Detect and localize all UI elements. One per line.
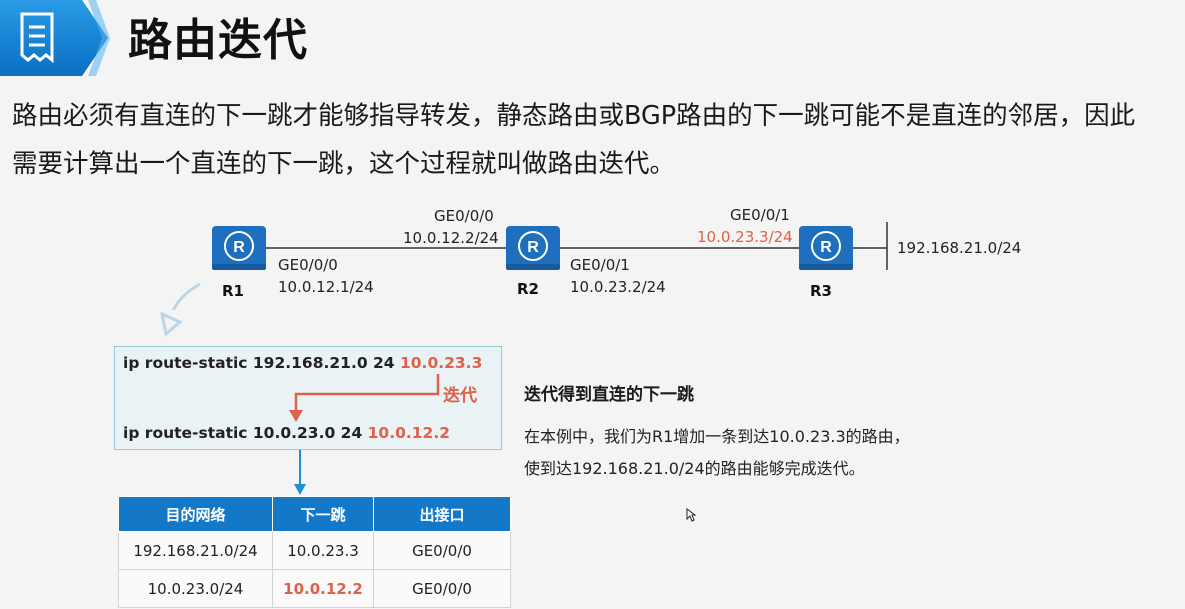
header-destination: 目的网络 — [118, 496, 273, 532]
static-route-1-prefix: ip route-static 192.168.21.0 24 — [123, 354, 400, 372]
page-title: 路由迭代 — [128, 15, 308, 66]
router-r3-label: R3 — [810, 282, 832, 300]
r2-right-ip: 10.0.23.2/24 — [570, 278, 666, 296]
cell-destination: 192.168.21.0/24 — [118, 531, 273, 570]
router-r1-label: R1 — [222, 282, 244, 300]
router-r2-label: R2 — [517, 280, 539, 298]
pointer-arrowhead-icon — [160, 312, 183, 337]
svg-text:R: R — [233, 239, 245, 256]
svg-text:R: R — [527, 239, 539, 256]
static-route-1-nexthop: 10.0.23.3 — [399, 354, 483, 372]
table-row: 10.0.23.0/24 10.0.12.2 GE0/0/0 — [118, 569, 511, 608]
intro-line-1: 路由必须有直连的下一跳才能够指导转发，静态路由或BGP路由的下一跳可能不是直连的… — [12, 101, 1136, 131]
explanation-line-2: 使到达192.168.21.0/24的路由能够完成迭代。 — [524, 459, 865, 478]
static-route-2-nexthop: 10.0.12.2 — [367, 424, 450, 442]
static-route-2: ip route-static 10.0.23.0 24 10.0.12.2 — [123, 424, 450, 442]
header-next-hop: 下一跳 — [272, 496, 374, 532]
r2-left-ip: 10.0.12.2/24 — [403, 229, 499, 247]
r1-ip: 10.0.12.1/24 — [278, 278, 374, 296]
intro-line-2: 需要计算出一个直连的下一跳，这个过程就叫做路由迭代。 — [12, 149, 676, 179]
cell-next-hop: 10.0.12.2 — [272, 569, 374, 608]
router-r1-icon: R — [212, 226, 266, 270]
table-row: 192.168.21.0/24 10.0.23.3 GE0/0/0 — [118, 531, 511, 570]
cell-next-hop: 10.0.23.3 — [272, 531, 374, 570]
mouse-cursor-icon — [686, 508, 696, 522]
down-arrow-icon — [294, 450, 306, 495]
static-route-1: ip route-static 192.168.21.0 24 10.0.23.… — [123, 354, 482, 372]
header-badge — [0, 0, 110, 76]
table-header-row: 目的网络 下一跳 出接口 — [118, 496, 511, 532]
cell-out-interface: GE0/0/0 — [373, 569, 511, 608]
header-out-interface: 出接口 — [373, 496, 511, 532]
explanation-title: 迭代得到直连的下一跳 — [524, 385, 694, 405]
router-r3-icon: R — [799, 226, 853, 270]
curved-arrow-icon — [171, 282, 201, 310]
r2-right-interface: GE0/0/1 — [570, 256, 630, 274]
r3-ip: 10.0.23.3/24 — [697, 228, 793, 246]
static-route-2-prefix: ip route-static 10.0.23.0 24 — [123, 424, 368, 442]
r1-interface: GE0/0/0 — [278, 256, 338, 274]
router-r2-icon: R — [506, 226, 560, 270]
routing-table: 目的网络 下一跳 出接口 192.168.21.0/24 10.0.23.3 G… — [118, 496, 511, 608]
svg-text:R: R — [820, 239, 832, 256]
iteration-label: 迭代 — [443, 386, 477, 406]
intro-paragraph: 路由必须有直连的下一跳才能够指导转发，静态路由或BGP路由的下一跳可能不是直连的… — [12, 92, 1172, 188]
cell-destination: 10.0.23.0/24 — [118, 569, 273, 608]
cell-out-interface: GE0/0/0 — [373, 531, 511, 570]
iteration-arrow-icon — [289, 374, 440, 422]
stub-network-label: 192.168.21.0/24 — [897, 239, 1022, 257]
r3-interface: GE0/0/1 — [730, 206, 790, 224]
explanation-line-1: 在本例中，我们为R1增加一条到达10.0.23.3的路由， — [524, 427, 910, 446]
r2-left-interface: GE0/0/0 — [434, 207, 494, 225]
